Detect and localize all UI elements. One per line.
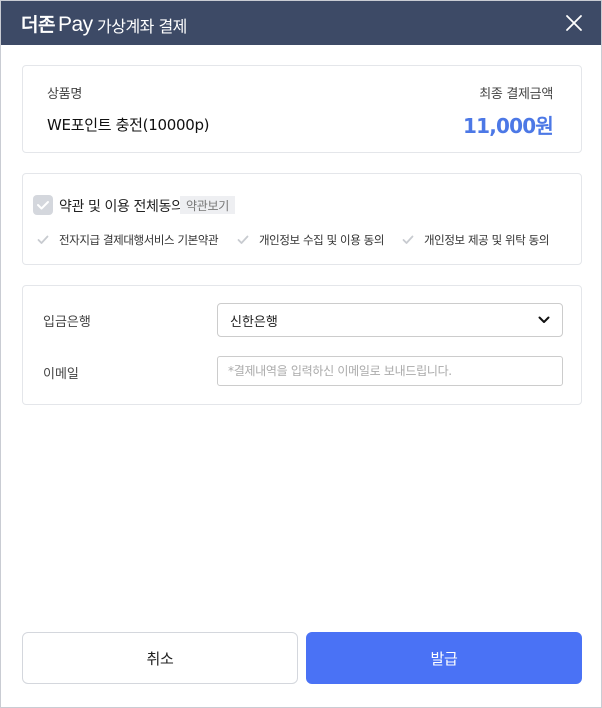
check-icon	[237, 235, 249, 244]
terms-item[interactable]: 개인정보 수집 및 이용 동의	[237, 232, 384, 248]
bank-select[interactable]: 신한은행	[217, 303, 563, 337]
brand-logo: 더존 Pay	[21, 10, 93, 37]
product-name: WE포인트 충전(10000p)	[47, 116, 210, 134]
terms-item-label: 개인정보 수집 및 이용 동의	[259, 233, 385, 247]
check-icon	[37, 201, 49, 210]
cancel-button[interactable]: 취소	[22, 632, 298, 684]
agree-all-label[interactable]: 약관 및 이용 전체동의	[59, 196, 184, 216]
brand-pay: Pay	[57, 13, 93, 36]
terms-item[interactable]: 전자지급 결제대행서비스 기본약관	[37, 232, 219, 248]
terms-item-label: 전자지급 결제대행서비스 기본약관	[59, 233, 219, 247]
terms-item-label: 개인정보 제공 및 위탁 동의	[424, 233, 550, 247]
product-summary-card: 상품명 WE포인트 충전(10000p) 최종 결제금액 11,000원	[22, 65, 582, 153]
final-amount-label: 최종 결제금액	[479, 87, 553, 102]
payment-form-card: 입금은행 신한은행 이메일	[22, 285, 582, 405]
brand-korean: 더존	[21, 14, 55, 36]
payment-modal: 더존 Pay 가상계좌 결제 상품명 WE포인트 충전(10000p) 최종 결제…	[0, 0, 602, 708]
chevron-down-icon	[538, 316, 550, 323]
email-input[interactable]	[217, 356, 563, 386]
view-terms-button[interactable]: 약관보기	[180, 196, 235, 214]
bank-label: 입금은행	[43, 315, 91, 330]
terms-item[interactable]: 개인정보 제공 및 위탁 동의	[402, 232, 549, 248]
check-icon	[402, 235, 414, 244]
check-icon	[37, 235, 49, 244]
issue-button[interactable]: 발급	[306, 632, 582, 684]
modal-header: 더존 Pay 가상계좌 결제	[1, 1, 601, 45]
bank-select-value: 신한은행	[230, 314, 278, 330]
modal-title: 가상계좌 결제	[97, 17, 187, 36]
terms-card: 약관 및 이용 전체동의 약관보기 전자지급 결제대행서비스 기본약관 개인정보…	[22, 173, 582, 265]
product-name-label: 상품명	[47, 87, 82, 102]
email-label: 이메일	[43, 367, 79, 382]
close-icon[interactable]	[563, 12, 585, 34]
agree-all-checkbox[interactable]	[33, 195, 53, 215]
final-amount: 11,000원	[463, 114, 554, 138]
